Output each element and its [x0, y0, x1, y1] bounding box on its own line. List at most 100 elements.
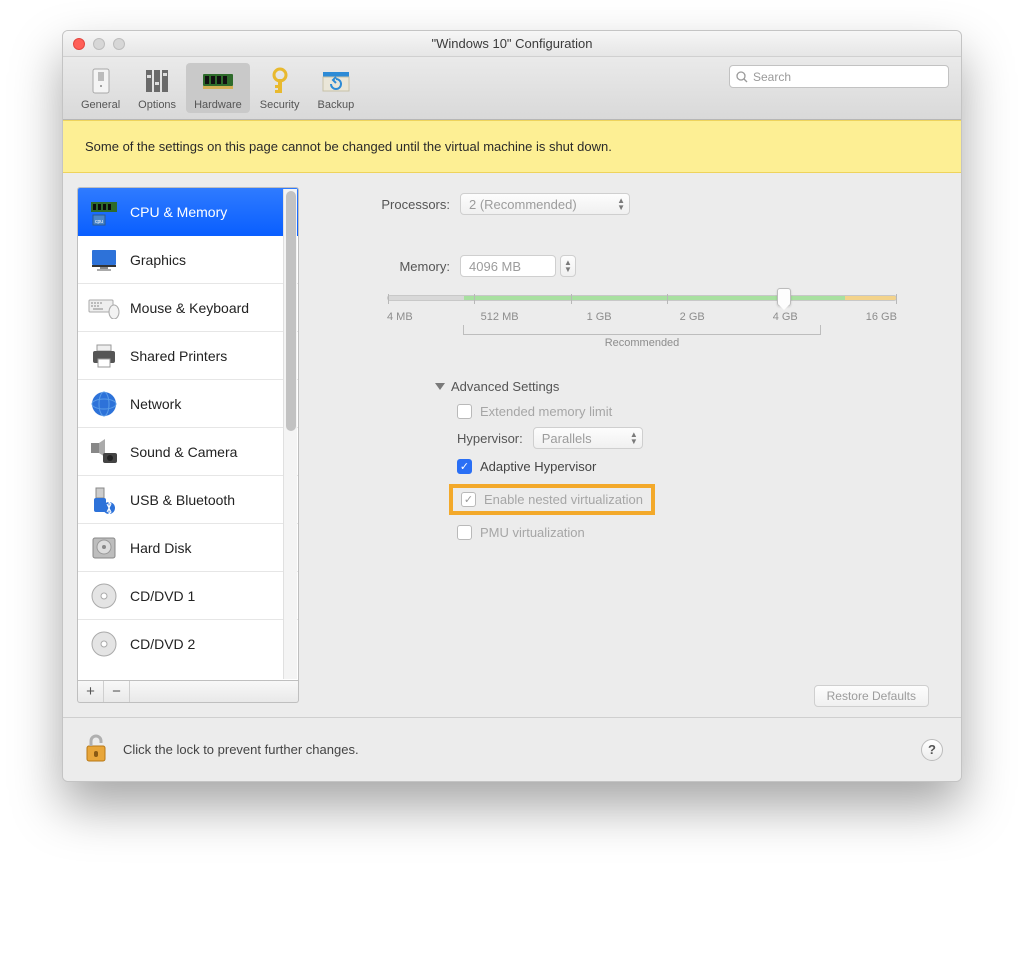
sidebar-item-mouse-keyboard[interactable]: Mouse & Keyboard — [78, 284, 298, 332]
checkbox-icon[interactable] — [457, 525, 472, 540]
slider-track[interactable] — [387, 295, 897, 301]
sidebar-item-label: USB & Bluetooth — [130, 492, 235, 508]
zoom-icon — [113, 38, 125, 50]
help-button[interactable]: ? — [921, 739, 943, 761]
recommended-bracket — [463, 325, 821, 335]
printer-icon — [88, 340, 120, 372]
pmu-label: PMU virtualization — [480, 525, 585, 540]
network-icon — [88, 388, 120, 420]
hypervisor-value: Parallels — [542, 431, 592, 446]
hypervisor-label: Hypervisor: — [457, 431, 523, 446]
lock-text: Click the lock to prevent further change… — [123, 742, 359, 757]
nested-virt-row[interactable]: ✓ Enable nested virtualization — [461, 492, 643, 507]
stepper-icon: ▲▼ — [630, 431, 638, 445]
hardware-icon — [201, 65, 235, 97]
sidebar-item-label: CD/DVD 1 — [130, 588, 195, 604]
tab-label: Security — [260, 99, 300, 111]
processors-combo[interactable]: 2 (Recommended) ▲▼ — [460, 193, 630, 215]
general-icon — [84, 65, 118, 97]
slider-labels: 4 MB 512 MB 1 GB 2 GB 4 GB 16 GB — [387, 311, 897, 323]
checkbox-icon[interactable]: ✓ — [457, 459, 472, 474]
sidebar-item-cd-dvd-1[interactable]: CD/DVD 1 — [78, 572, 298, 620]
disc-icon — [88, 580, 120, 612]
tab-label: Options — [138, 99, 176, 111]
memory-label: Memory: — [325, 259, 450, 274]
adaptive-label: Adaptive Hypervisor — [480, 459, 596, 474]
memory-value: 4096 MB — [469, 259, 521, 274]
sidebar-item-label: Mouse & Keyboard — [130, 300, 249, 316]
tab-backup[interactable]: Backup — [310, 63, 363, 113]
content: cpu CPU & Memory Graphics — [63, 173, 961, 717]
hard-disk-icon — [88, 532, 120, 564]
warning-banner: Some of the settings on this page cannot… — [63, 120, 961, 173]
search-icon — [736, 71, 748, 83]
minimize-icon — [93, 38, 105, 50]
recommended-label: Recommended — [387, 337, 897, 349]
add-button[interactable]: + — [78, 681, 104, 702]
traffic-lights — [73, 38, 125, 50]
warning-text: Some of the settings on this page cannot… — [85, 139, 612, 154]
sidebar-item-cd-dvd-2[interactable]: CD/DVD 2 — [78, 620, 298, 668]
sidebar-item-usb-bluetooth[interactable]: USB & Bluetooth — [78, 476, 298, 524]
search-field[interactable] — [729, 65, 949, 88]
sidebar-item-label: Graphics — [130, 252, 186, 268]
sidebar-item-label: Network — [130, 396, 181, 412]
slider-thumb[interactable] — [777, 288, 791, 306]
svg-text:cpu: cpu — [95, 219, 103, 225]
nested-virt-label: Enable nested virtualization — [484, 492, 643, 507]
tab-label: Hardware — [194, 99, 242, 111]
disclosure-triangle-icon — [435, 383, 445, 390]
stepper-icon: ▲▼ — [617, 197, 625, 211]
extended-memory-label: Extended memory limit — [480, 404, 612, 419]
sidebar-list: cpu CPU & Memory Graphics — [77, 187, 299, 681]
tab-options[interactable]: Options — [130, 63, 184, 113]
sidebar: cpu CPU & Memory Graphics — [77, 187, 299, 703]
keyboard-icon — [88, 292, 120, 324]
tab-hardware[interactable]: Hardware — [186, 63, 250, 113]
checkbox-icon[interactable]: ✓ — [461, 492, 476, 507]
advanced-toggle[interactable]: Advanced Settings — [435, 379, 929, 394]
titlebar: "Windows 10" Configuration — [63, 31, 961, 57]
backup-icon — [319, 65, 353, 97]
tab-label: Backup — [318, 99, 355, 111]
advanced-section: Advanced Settings Extended memory limit … — [435, 379, 929, 540]
tab-label: General — [81, 99, 120, 111]
checkbox-icon[interactable] — [457, 404, 472, 419]
sidebar-item-shared-printers[interactable]: Shared Printers — [78, 332, 298, 380]
adaptive-hypervisor-row[interactable]: ✓ Adaptive Hypervisor — [457, 459, 929, 474]
extended-memory-row[interactable]: Extended memory limit — [457, 404, 929, 419]
sidebar-item-label: CD/DVD 2 — [130, 636, 195, 652]
hypervisor-combo[interactable]: Parallels ▲▼ — [533, 427, 643, 449]
sidebar-item-sound-camera[interactable]: Sound & Camera — [78, 428, 298, 476]
chevron-down-icon: ▼ — [564, 266, 572, 273]
nested-virt-highlight: ✓ Enable nested virtualization — [449, 484, 655, 515]
remove-button[interactable]: − — [104, 681, 130, 702]
search-input[interactable] — [753, 70, 942, 84]
processors-label: Processors: — [325, 197, 450, 212]
lock-icon[interactable] — [81, 732, 111, 767]
tab-security[interactable]: Security — [252, 63, 308, 113]
pmu-virt-row[interactable]: PMU virtualization — [457, 525, 929, 540]
restore-defaults-button[interactable]: Restore Defaults — [814, 685, 929, 707]
memory-slider[interactable]: 4 MB 512 MB 1 GB 2 GB 4 GB 16 GB Recomme… — [387, 295, 897, 349]
sidebar-item-network[interactable]: Network — [78, 380, 298, 428]
sidebar-item-label: CPU & Memory — [130, 204, 227, 220]
settings-pane: Processors: 2 (Recommended) ▲▼ Memory: 4… — [315, 187, 947, 703]
scrollbar-thumb[interactable] — [286, 191, 296, 431]
sidebar-item-label: Sound & Camera — [130, 444, 237, 460]
usb-bluetooth-icon — [88, 484, 120, 516]
security-icon — [263, 65, 297, 97]
memory-field[interactable]: 4096 MB — [460, 255, 556, 277]
close-icon[interactable] — [73, 38, 85, 50]
config-window: "Windows 10" Configuration General Optio… — [62, 30, 962, 782]
hypervisor-row: Hypervisor: Parallels ▲▼ — [457, 427, 929, 449]
window-title: "Windows 10" Configuration — [432, 36, 593, 51]
sidebar-item-hard-disk[interactable]: Hard Disk — [78, 524, 298, 572]
sidebar-scrollbar[interactable] — [283, 189, 297, 679]
sidebar-item-graphics[interactable]: Graphics — [78, 236, 298, 284]
memory-stepper[interactable]: ▲ ▼ — [560, 255, 576, 277]
sidebar-item-cpu-memory[interactable]: cpu CPU & Memory — [78, 188, 298, 236]
tab-general[interactable]: General — [73, 63, 128, 113]
footer: Click the lock to prevent further change… — [63, 717, 961, 781]
monitor-icon — [88, 244, 120, 276]
